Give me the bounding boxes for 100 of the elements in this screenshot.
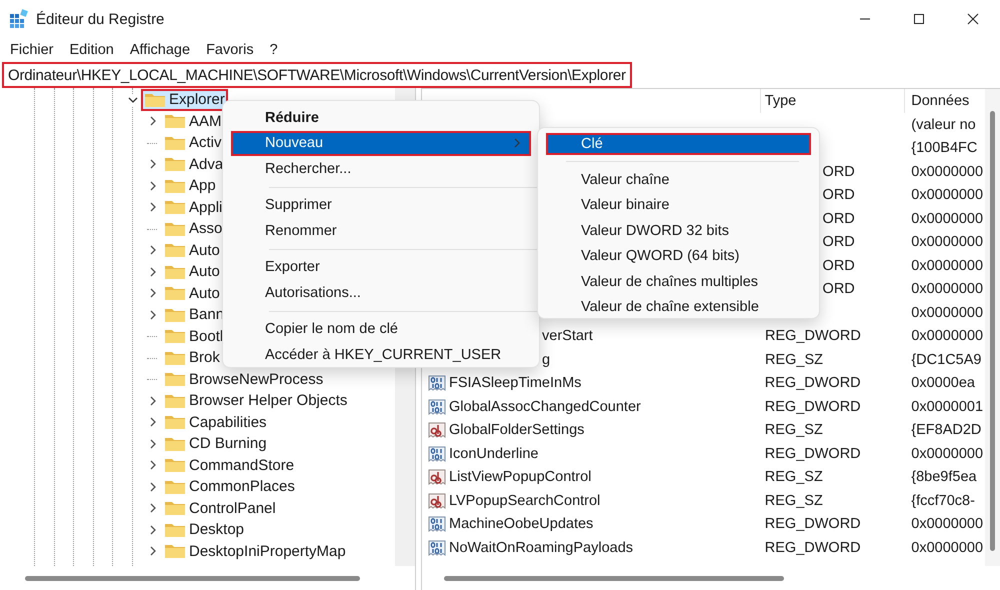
address-field[interactable]: Ordinateur\HKEY_LOCAL_MACHINE\SOFTWARE\Microsoft\Windows\CurrentVersion\Explorer [2,62,632,88]
tree-item[interactable]: Adva [161,154,226,175]
tree-item[interactable]: Auto [161,261,223,282]
value-type: REG_DWORD [764,540,861,556]
menu-item[interactable]: Valeur binaire [546,192,811,218]
folder-icon [164,306,186,323]
value-type: ORD [822,187,855,204]
folder-icon [164,457,186,474]
folder-icon [164,285,186,302]
menu-item[interactable]: Copier le nom de clé [231,316,531,342]
folder-icon [164,522,186,538]
folder-icon [164,436,186,452]
value-data: {DC1C5A9 [911,352,982,368]
folder-icon [164,478,186,495]
scrollbar-thumb[interactable] [444,576,784,580]
tree-item[interactable]: Capabilities [161,412,270,433]
tree-item[interactable]: Explorer [141,89,228,110]
tree-item[interactable]: App [161,175,219,196]
menu-item[interactable]: Exporter [231,254,531,280]
value-name: verStart [542,328,593,344]
tree-item[interactable]: Asso [161,218,226,240]
menu-item[interactable]: Réduire [231,105,531,130]
value-name: MachineOobeUpdates [449,516,594,532]
tree-item[interactable]: Desktop [161,519,248,540]
value-name: IconUnderline [449,446,538,462]
menu-item[interactable]: Valeur DWORD 32 bits [546,218,811,244]
tree-item[interactable]: Browser Helper Objects [161,390,350,412]
close-icon [967,13,979,25]
tree-item[interactable]: CommandStore [161,454,298,476]
value-data: {fccf70c8- [911,492,975,509]
menu-item[interactable]: Affichage [122,38,198,62]
scrollbar-thumb[interactable] [25,576,360,580]
value-data: 0x0000000 [911,281,984,298]
window-title: Éditeur du Registre [36,10,164,28]
value-data: 0x0000000 [911,516,984,532]
folder-icon [164,220,186,237]
value-type: REG_DWORD [764,516,861,532]
value-data: (valeur no [911,116,976,133]
menu-item[interactable]: Favoris [198,38,262,62]
value-data: 0x0000000 [911,258,984,274]
value-type: REG_DWORD [764,398,861,415]
value-data: 0x0000000 [911,446,984,462]
tree-item[interactable]: ControlPanel [161,498,279,519]
value-data: 0x0000ea [911,375,975,392]
menu-item[interactable]: Edition [62,38,122,62]
menu-item[interactable]: Autorisations... [231,280,531,306]
folder-icon [164,134,186,151]
value-data: {100B4FC [911,140,978,156]
menu-item[interactable]: Accéder à HKEY_CURRENT_USER [231,342,531,368]
tree-item[interactable]: AAM [161,110,225,132]
folder-icon [164,371,186,388]
value-type: ORD [822,234,855,250]
scrollbar-thumb[interactable] [990,111,995,551]
value-data: 0x0000000 [911,234,984,250]
tree-item[interactable]: Auto [161,240,223,261]
value-name: ListViewPopupControl [449,469,592,486]
tree-item[interactable]: Brok [161,347,223,368]
value-name: GlobalFolderSettings [449,422,584,438]
folder-icon [164,113,186,130]
column-header[interactable]: Données [905,89,985,113]
value-type: ORD [822,164,855,180]
column-header[interactable]: Type [760,89,906,113]
tree-item[interactable]: BrowseNewProcess [161,368,326,390]
folder-icon [164,543,186,560]
tree-item[interactable]: CommonPlaces [161,476,298,498]
folder-icon [164,156,186,172]
menu-item[interactable]: Supprimer [231,192,531,218]
menu-item[interactable]: Valeur chaîne [546,167,811,192]
scrollbar-track[interactable] [985,89,1000,566]
tree-item[interactable]: DesktopIniPropertyMap [161,540,349,562]
value-data: {EF8AD2D [911,422,982,438]
menu-item[interactable]: ? [262,38,286,62]
menu-item[interactable]: Clé [546,133,811,155]
menu-item[interactable]: Valeur de chaînes multiples [546,269,811,294]
folder-icon [164,414,186,430]
value-type: ORD [822,210,855,227]
tree-item[interactable]: Bootl [161,326,226,347]
value-type: REG_DWORD [764,328,861,344]
folder-icon [164,264,186,280]
menu-item[interactable]: Renommer [231,218,531,244]
value-name: GlobalAssocChangedCounter [449,398,641,415]
value-type: REG_SZ [764,352,823,368]
menu-item[interactable]: Valeur QWORD (64 bits) [546,244,811,269]
registry-app-icon [9,9,29,29]
folder-icon [164,328,186,344]
folder-icon [164,392,186,409]
value-name: g [542,352,550,368]
folder-icon [164,178,186,194]
menu-item[interactable]: Valeur de chaîne extensible [546,294,811,320]
folder-icon [164,350,186,366]
tree-item[interactable]: Auto [161,282,223,304]
menu-item[interactable]: Fichier [2,38,62,62]
value-data: 0x0000000 [911,164,984,180]
tree-item[interactable]: CD Burning [161,433,270,454]
menu-item[interactable]: Nouveau [231,130,531,156]
tree-item[interactable]: Activ [161,132,225,154]
menu-item[interactable]: Rechercher... [231,156,531,182]
value-data: 0x0000001 [911,398,984,415]
value-data: 0x0000000 [911,187,984,204]
tree-item[interactable]: Appli [161,196,226,218]
